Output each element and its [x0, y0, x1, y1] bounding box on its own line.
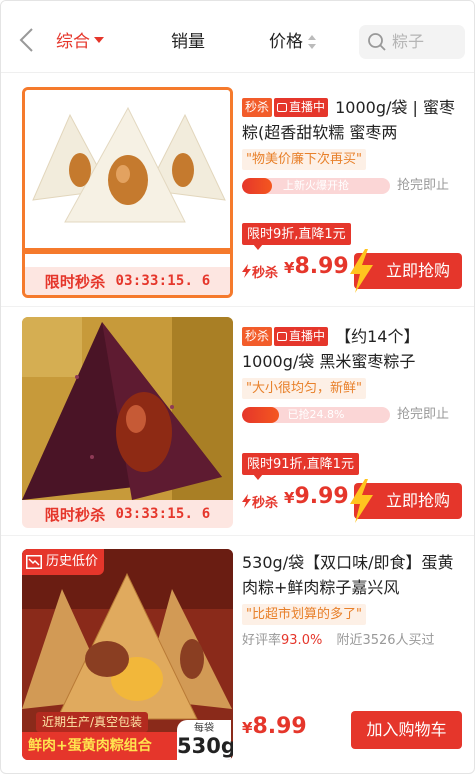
page-frame: 综合 销量 价格 粽子 限时秒杀 03:33:15. 6 秒杀 直播中 1000… — [0, 0, 475, 774]
product-image[interactable]: 限时秒杀 03:33:15. 6 — [22, 87, 233, 298]
search-input[interactable]: 粽子 — [359, 25, 465, 59]
live-tag: 直播中 — [274, 327, 329, 346]
live-tag: 直播中 — [274, 98, 329, 117]
rating-row: 好评率93.0% 附近3526人买过 — [242, 631, 464, 651]
live-tag-label: 直播中 — [289, 329, 326, 343]
price: ¥9.99 — [284, 484, 349, 509]
price-value: 9.99 — [294, 484, 349, 509]
promo-title: 鲜肉+蛋黄肉粽组合 — [22, 732, 182, 760]
progress-text: 上新火爆开抢 — [283, 179, 349, 192]
tab-sales[interactable]: 销量 — [171, 30, 205, 54]
tab-comprehensive[interactable]: 综合 — [56, 30, 104, 54]
flash-sale-label: 限时秒杀 — [44, 505, 106, 524]
progress-bar: 已抢24.8% — [242, 407, 390, 423]
zongzi-image — [25, 90, 230, 268]
add-to-cart-button[interactable]: 加入购物车 — [351, 711, 462, 749]
live-tag-label: 直播中 — [289, 100, 326, 114]
progress-text: 已抢24.8% — [287, 408, 345, 421]
price: ¥8.99 — [284, 254, 349, 279]
rating-value: 93.0% — [281, 633, 323, 648]
tab-price[interactable]: 价格 — [269, 30, 303, 54]
progress-status: 抢完即止 — [397, 407, 450, 422]
caret-down-icon — [94, 37, 104, 43]
flash-sale-tag: 秒杀 — [242, 98, 273, 117]
buy-now-button[interactable]: 立即抢购 — [350, 479, 462, 523]
review-quote: "大小很均匀，新鲜" — [242, 378, 366, 399]
lightning-icon — [242, 494, 251, 508]
sales-count: 附近3526人买过 — [336, 633, 435, 648]
search-placeholder: 粽子 — [392, 32, 425, 51]
buy-now-button[interactable]: 立即抢购 — [350, 249, 462, 293]
rating-label: 好评率 — [242, 633, 282, 648]
product-title[interactable]: 秒杀 直播中 【约14个】1000g/袋 黑米蜜枣粽子 — [242, 324, 464, 374]
weight-badge: 每袋 530g — [177, 720, 233, 760]
price-label: 秒杀 — [252, 496, 279, 511]
buy-now-label: 立即抢购 — [385, 261, 450, 280]
black-rice-zongzi-image — [22, 317, 233, 500]
price-row: 秒杀 ¥8.99 立即抢购 — [242, 249, 464, 293]
sale-progress: 上新火爆开抢 抢完即止 — [242, 176, 464, 196]
progress-status: 抢完即止 — [397, 178, 450, 193]
divider — [1, 306, 474, 307]
flash-sale-tag: 秒杀 — [242, 327, 273, 346]
review-quote: "比超市划算的多了" — [242, 604, 366, 625]
trend-down-icon — [26, 555, 42, 569]
currency-symbol: ¥ — [284, 259, 295, 277]
currency-symbol: ¥ — [284, 489, 295, 507]
price-value: 8.99 — [252, 714, 307, 739]
product-info: 秒杀 直播中 【约14个】1000g/袋 黑米蜜枣粽子 "大小很均匀，新鲜" 已抢… — [242, 324, 464, 425]
header-bar: 综合 销量 价格 粽子 — [1, 1, 474, 73]
lightning-icon — [350, 249, 373, 293]
flash-sale-bar: 限时秒杀 03:33:15. 6 — [22, 500, 233, 528]
sale-progress: 已抢24.8% 抢完即止 — [242, 405, 464, 425]
product-title[interactable]: 秒杀 直播中 1000g/袋 | 蜜枣粽(超香甜软糯 蜜枣两 — [242, 95, 464, 145]
weight-value: 530g — [177, 734, 233, 758]
price-value: 8.99 — [294, 254, 349, 279]
review-quote: "物美价廉下次再买" — [242, 149, 366, 170]
product-image[interactable]: 限时秒杀 03:33:15. 6 — [22, 317, 233, 528]
history-low-price-tag: 历史低价 — [22, 549, 105, 575]
discount-tag: 限时91折,直降1元 — [242, 453, 359, 480]
buy-now-label: 立即抢购 — [385, 491, 450, 510]
product-image[interactable]: 历史低价 近期生产/真空包装 鲜肉+蛋黄肉粽组合 每袋 530g — [22, 549, 233, 760]
back-icon[interactable] — [17, 27, 35, 53]
promo-subtitle: 近期生产/真空包装 — [36, 712, 149, 732]
lightning-icon — [242, 264, 251, 278]
price-row: 秒杀 ¥9.99 立即抢购 — [242, 479, 464, 523]
flash-sale-label: 限时秒杀 — [44, 272, 106, 291]
countdown-timer: 03:33:15. 6 — [115, 506, 211, 522]
live-icon — [277, 103, 288, 112]
search-icon — [368, 33, 386, 51]
discount-tag: 限时9折,直降1元 — [242, 223, 351, 250]
product-info: 秒杀 直播中 1000g/袋 | 蜜枣粽(超香甜软糯 蜜枣两 "物美价廉下次再买"… — [242, 95, 464, 196]
tab-comprehensive-label: 综合 — [56, 32, 90, 52]
history-low-price-label: 历史低价 — [46, 554, 99, 569]
flash-sale-bar: 限时秒杀 03:33:15. 6 — [25, 267, 230, 295]
live-icon — [277, 332, 288, 341]
lightning-icon — [350, 479, 373, 523]
price: ¥8.99 — [242, 714, 307, 739]
currency-symbol: ¥ — [242, 719, 253, 737]
product-title[interactable]: 530g/袋【双口味/即食】蛋黄肉粽+鲜肉粽子嘉兴风 — [242, 550, 464, 600]
price-label: 秒杀 — [252, 266, 279, 281]
countdown-timer: 03:33:15. 6 — [115, 273, 211, 289]
sort-arrows-icon[interactable] — [307, 34, 317, 50]
progress-bar: 上新火爆开抢 — [242, 178, 390, 194]
product-info: 530g/袋【双口味/即食】蛋黄肉粽+鲜肉粽子嘉兴风 "比超市划算的多了" 好评… — [242, 550, 464, 651]
divider — [1, 535, 474, 536]
